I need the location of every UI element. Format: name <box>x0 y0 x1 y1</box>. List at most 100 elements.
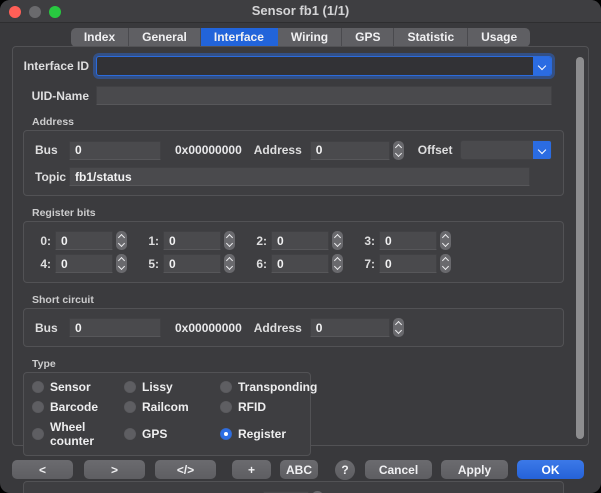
address-group: Address Bus 0x00000000 Address Offset <box>23 116 564 196</box>
address-input[interactable] <box>310 141 390 160</box>
traffic-lights <box>9 6 61 18</box>
bit-2-label: 2: <box>251 234 267 248</box>
abc-button[interactable]: ABC <box>280 460 318 479</box>
interface-id-value <box>97 57 533 75</box>
interface-form-panel: Interface ID UID-Name Address Bus 0x0000… <box>12 46 589 446</box>
title-bar: Sensor fb1 (1/1) <box>0 0 601 23</box>
radio-icon <box>124 381 136 393</box>
radio-barcode[interactable]: Barcode <box>32 400 124 414</box>
radio-rfid[interactable]: RFID <box>220 400 317 414</box>
address-group-title: Address <box>32 116 564 128</box>
radio-icon <box>220 381 232 393</box>
bit-6-label: 6: <box>251 257 267 271</box>
radio-icon <box>124 428 136 440</box>
offset-value <box>461 141 533 159</box>
radio-railcom[interactable]: Railcom <box>124 400 220 414</box>
interface-id-select[interactable] <box>96 56 552 76</box>
tab-general[interactable]: General <box>129 28 201 47</box>
chevron-down-icon[interactable] <box>533 57 551 75</box>
prev-button[interactable]: < <box>12 460 73 479</box>
uid-name-label: UID-Name <box>23 89 89 103</box>
radio-selected-icon <box>220 428 232 440</box>
add-button[interactable]: + <box>232 460 271 479</box>
register-bits-title: Register bits <box>32 207 564 219</box>
sc-hex-value: 0x00000000 <box>175 321 242 335</box>
tab-wiring[interactable]: Wiring <box>278 28 342 47</box>
cancel-button[interactable]: Cancel <box>365 460 432 479</box>
bit-1-stepper-icon[interactable] <box>224 231 235 250</box>
zoom-window-icon[interactable] <box>49 6 61 18</box>
bit-2-stepper-icon[interactable] <box>332 231 343 250</box>
close-window-icon[interactable] <box>9 6 21 18</box>
radio-icon <box>32 401 44 413</box>
interface-id-label: Interface ID <box>23 59 89 73</box>
tab-statistic[interactable]: Statistic <box>394 28 468 47</box>
address-label: Address <box>254 143 302 157</box>
short-circuit-group: Short circuit Bus 0x00000000 Address <box>23 294 564 347</box>
bit-0-label: 0: <box>35 234 51 248</box>
tab-index[interactable]: Index <box>71 28 129 47</box>
bit-0-stepper-icon[interactable] <box>116 231 127 250</box>
bit-7-input[interactable] <box>379 254 437 273</box>
bit-5-input[interactable] <box>163 254 221 273</box>
minimize-window-icon[interactable] <box>29 6 41 18</box>
register-bits-group: Register bits 0: 1: 2: 3: 4: 5: 6: 7: <box>23 207 564 283</box>
tab-bar: Index General Interface Wiring GPS Stati… <box>0 28 601 47</box>
help-button[interactable]: ? <box>335 460 355 480</box>
offset-label: Offset <box>418 143 453 157</box>
bit-5-stepper-icon[interactable] <box>224 254 235 273</box>
topic-label: Topic <box>35 170 69 184</box>
bit-1-input[interactable] <box>163 231 221 250</box>
bit-2-input[interactable] <box>271 231 329 250</box>
bit-7-label: 7: <box>359 257 375 271</box>
type-group-title: Type <box>32 358 311 370</box>
chevron-down-icon[interactable] <box>533 141 551 159</box>
bus-input[interactable] <box>69 141 161 160</box>
tab-usage[interactable]: Usage <box>468 28 530 47</box>
bit-4-input[interactable] <box>55 254 113 273</box>
radio-register[interactable]: Register <box>220 420 317 448</box>
tab-gps[interactable]: GPS <box>342 28 394 47</box>
sc-address-input[interactable] <box>310 318 390 337</box>
sc-bus-input[interactable] <box>69 318 161 337</box>
topic-input[interactable] <box>69 167 530 186</box>
radio-gps[interactable]: GPS <box>124 420 220 448</box>
radio-wheel-counter[interactable]: Wheel counter <box>32 420 124 448</box>
bit-5-label: 5: <box>143 257 159 271</box>
bit-7-stepper-icon[interactable] <box>440 254 451 273</box>
tab-segments: Index General Interface Wiring GPS Stati… <box>71 28 530 47</box>
bit-3-input[interactable] <box>379 231 437 250</box>
bit-1-label: 1: <box>143 234 159 248</box>
address-stepper-icon[interactable] <box>393 141 404 160</box>
type-group: Type Sensor Lissy Transponding Barcode R… <box>23 358 311 456</box>
apply-button[interactable]: Apply <box>441 460 508 479</box>
bit-6-input[interactable] <box>271 254 329 273</box>
footer-button-bar: < > </> + ABC ? Cancel Apply OK <box>0 446 601 493</box>
bit-6-stepper-icon[interactable] <box>332 254 343 273</box>
tab-interface[interactable]: Interface <box>201 28 278 47</box>
window-title: Sensor fb1 (1/1) <box>0 0 601 22</box>
uid-name-input[interactable] <box>96 86 552 105</box>
bit-0-input[interactable] <box>55 231 113 250</box>
radio-icon <box>32 428 44 440</box>
radio-transponding[interactable]: Transponding <box>220 380 317 394</box>
dialog-window: Sensor fb1 (1/1) Index General Interface… <box>0 0 601 493</box>
ok-button[interactable]: OK <box>517 460 584 479</box>
code-button[interactable]: </> <box>155 460 216 479</box>
bus-label: Bus <box>35 143 69 157</box>
sc-address-stepper-icon[interactable] <box>393 318 404 337</box>
sc-address-label: Address <box>254 321 302 335</box>
vertical-scrollbar[interactable] <box>576 57 584 439</box>
offset-select[interactable] <box>460 140 552 160</box>
bit-3-stepper-icon[interactable] <box>440 231 451 250</box>
next-button[interactable]: > <box>84 460 145 479</box>
bit-4-stepper-icon[interactable] <box>116 254 127 273</box>
radio-lissy[interactable]: Lissy <box>124 380 220 394</box>
sc-bus-label: Bus <box>35 321 69 335</box>
short-circuit-title: Short circuit <box>32 294 564 306</box>
radio-icon <box>32 381 44 393</box>
radio-icon <box>124 401 136 413</box>
bus-hex-value: 0x00000000 <box>175 143 242 157</box>
radio-sensor[interactable]: Sensor <box>32 380 124 394</box>
bit-4-label: 4: <box>35 257 51 271</box>
